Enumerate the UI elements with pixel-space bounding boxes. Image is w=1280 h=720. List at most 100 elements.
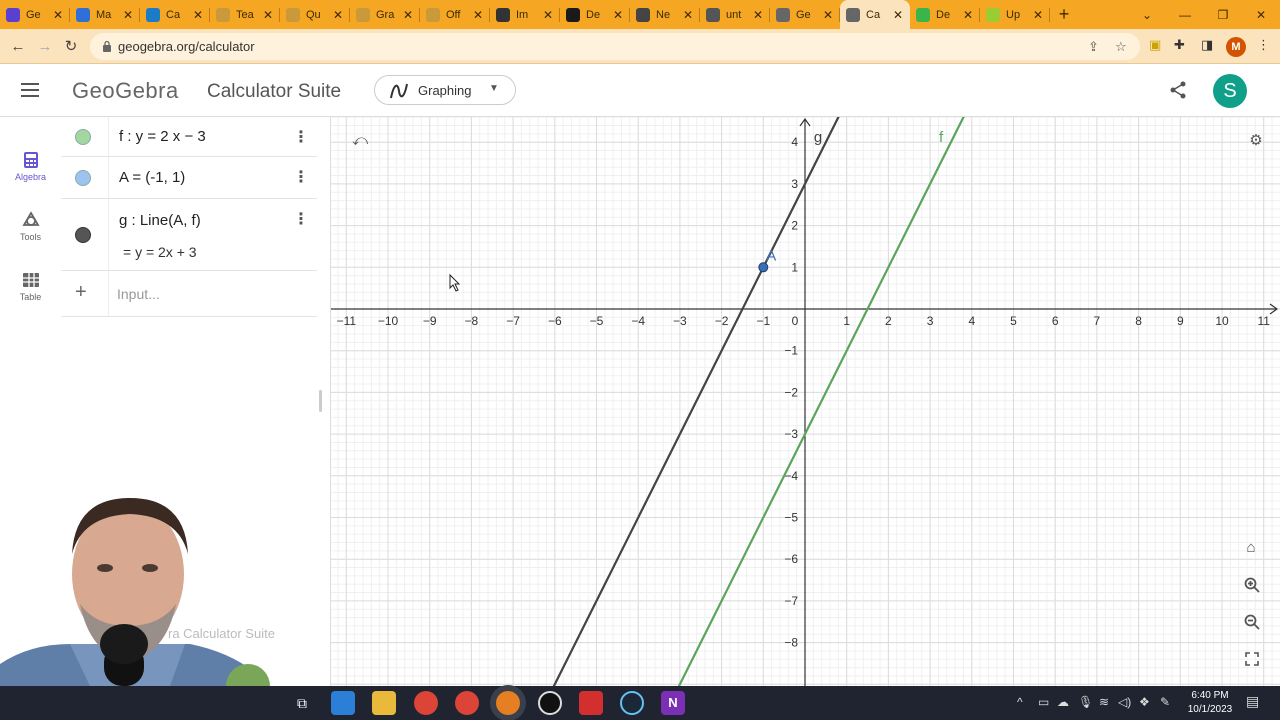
rail-item-tools[interactable]: Tools — [0, 211, 61, 257]
chrome-profile-icon[interactable] — [455, 691, 479, 715]
omnibox[interactable]: geogebra.org/calculator ⇪ ☆ — [90, 33, 1140, 60]
steam-icon[interactable] — [620, 691, 644, 715]
wifi-icon[interactable]: ≋ — [1099, 695, 1109, 709]
tab-search-icon[interactable]: ⌄ — [1128, 0, 1166, 29]
algebra-row-a[interactable]: A = (-1, 1) ⋮ — [61, 157, 317, 199]
acrobat-icon[interactable] — [579, 691, 603, 715]
tab-close-icon[interactable]: ✕ — [752, 8, 764, 22]
browser-tab[interactable]: Up ✕ — [980, 0, 1050, 29]
panel-resize-handle[interactable] — [319, 390, 322, 412]
extensions-puzzle-icon[interactable]: ✚ — [1174, 37, 1185, 53]
onenote-icon[interactable]: N — [661, 691, 685, 715]
visibility-toggle-f[interactable] — [75, 129, 91, 145]
browser-menu-icon[interactable]: ⋮ — [1257, 37, 1270, 53]
recorder-icon[interactable] — [538, 691, 562, 715]
browser-tab[interactable]: Ca ✕ — [140, 0, 210, 29]
tab-favicon-icon — [496, 7, 510, 22]
microphone-icon[interactable]: 🎙 — [1078, 695, 1093, 709]
x-tick-label: −1 — [756, 314, 770, 328]
maximize-icon[interactable]: ❐ — [1204, 0, 1242, 29]
side-panel-icon[interactable]: ◨ — [1201, 37, 1213, 53]
plus-icon[interactable]: + — [75, 281, 87, 304]
tab-close-icon[interactable]: ✕ — [472, 8, 484, 22]
tab-favicon-icon — [916, 7, 930, 22]
tab-close-icon[interactable]: ✕ — [402, 8, 414, 22]
browser-tab[interactable]: Qu ✕ — [280, 0, 350, 29]
rail-item-algebra[interactable]: Algebra — [0, 151, 61, 197]
browser-tab[interactable]: Gra ✕ — [350, 0, 420, 29]
minimize-icon[interactable]: — — [1166, 0, 1204, 29]
tray-device-icon[interactable]: ▭ — [1038, 695, 1049, 709]
app-selector[interactable]: Graphing ▼ — [374, 75, 516, 105]
browser-tab[interactable]: unt ✕ — [700, 0, 770, 29]
forward-icon[interactable]: → — [35, 37, 55, 57]
more-options-icon[interactable]: ⋮ — [293, 167, 309, 187]
tab-close-icon[interactable]: ✕ — [192, 8, 204, 22]
browser-tab[interactable]: Ge ✕ — [770, 0, 840, 29]
browser-profile-avatar[interactable]: M — [1226, 37, 1246, 57]
zoom-out-icon[interactable] — [1244, 614, 1260, 630]
back-icon[interactable]: ← — [8, 37, 28, 57]
rail-item-table[interactable]: Table — [0, 271, 61, 317]
chrome-active-icon[interactable] — [496, 691, 520, 715]
share-page-icon[interactable]: ⇪ — [1088, 39, 1099, 55]
visibility-toggle-g[interactable] — [75, 227, 91, 243]
dropbox-icon[interactable]: ❖ — [1139, 695, 1150, 709]
reload-icon[interactable]: ↻ — [61, 37, 81, 57]
menu-icon[interactable] — [21, 83, 39, 97]
algebra-row-f[interactable]: f : y = 2 x − 3 ⋮ — [61, 117, 317, 157]
tab-close-icon[interactable]: ✕ — [612, 8, 624, 22]
more-options-icon[interactable]: ⋮ — [293, 127, 309, 147]
browser-tab[interactable]: Im ✕ — [490, 0, 560, 29]
algebra-expression[interactable]: g : Line(A, f) — [119, 212, 201, 229]
home-icon[interactable]: ⌂ — [1238, 535, 1264, 561]
visibility-toggle-a[interactable] — [75, 170, 91, 186]
task-view-icon[interactable]: ⧉ — [290, 691, 314, 715]
more-options-icon[interactable]: ⋮ — [293, 209, 309, 229]
browser-tab[interactable]: Ma ✕ — [70, 0, 140, 29]
algebra-input-row[interactable]: + Input... — [61, 271, 317, 317]
extension-badge-icon[interactable]: ▣ — [1149, 37, 1161, 53]
tab-close-icon[interactable]: ✕ — [122, 8, 134, 22]
pen-icon[interactable]: ✎ — [1160, 695, 1170, 709]
algebra-input[interactable]: Input... — [117, 286, 160, 302]
algebra-row-g[interactable]: g : Line(A, f) = y = 2x + 3 ⋮ — [61, 199, 317, 271]
zoom-in-icon[interactable] — [1244, 577, 1260, 593]
browser-tab[interactable]: Ca ✕ — [840, 0, 910, 29]
settings-gear-icon[interactable]: ⚙ — [1243, 128, 1269, 154]
graph-canvas[interactable]: −11 −10 −9 −8 −7 −6 −5 −4 −3 −2 −1 0 1 2 3 4 5 6 7 8 9 10 1143… — [331, 117, 1280, 686]
tab-close-icon[interactable]: ✕ — [1032, 8, 1044, 22]
undo-icon[interactable]: ⤺ — [347, 128, 373, 154]
tab-close-icon[interactable]: ✕ — [262, 8, 274, 22]
tray-expand-icon[interactable]: ^ — [1017, 695, 1023, 709]
user-avatar[interactable]: S — [1213, 74, 1247, 108]
browser-tab[interactable]: Off ✕ — [420, 0, 490, 29]
browser-tab[interactable]: De ✕ — [560, 0, 630, 29]
close-window-icon[interactable]: ✕ — [1242, 0, 1280, 29]
fullscreen-icon[interactable] — [1245, 652, 1259, 666]
tab-close-icon[interactable]: ✕ — [892, 8, 904, 22]
browser-tab[interactable]: Tea ✕ — [210, 0, 280, 29]
file-explorer-icon[interactable] — [372, 691, 396, 715]
browser-tab[interactable]: Ne ✕ — [630, 0, 700, 29]
tab-close-icon[interactable]: ✕ — [52, 8, 64, 22]
tab-close-icon[interactable]: ✕ — [542, 8, 554, 22]
chrome-icon[interactable] — [414, 691, 438, 715]
new-tab-button[interactable]: + — [1050, 0, 1078, 29]
browser-tab[interactable]: De ✕ — [910, 0, 980, 29]
volume-icon[interactable]: ◁) — [1118, 695, 1131, 709]
notifications-icon[interactable]: ▤ — [1246, 693, 1259, 710]
mail-app-icon[interactable] — [331, 691, 355, 715]
algebra-expression[interactable]: A = (-1, 1) — [119, 169, 185, 186]
tab-close-icon[interactable]: ✕ — [962, 8, 974, 22]
tab-close-icon[interactable]: ✕ — [332, 8, 344, 22]
tab-close-icon[interactable]: ✕ — [682, 8, 694, 22]
share-icon[interactable] — [1169, 81, 1187, 99]
browser-tab[interactable]: Ge ✕ — [0, 0, 70, 29]
system-clock[interactable]: 6:40 PM 10/1/2023 — [1180, 689, 1240, 717]
algebra-expression[interactable]: f : y = 2 x − 3 — [119, 128, 206, 145]
graphics-view[interactable]: −11 −10 −9 −8 −7 −6 −5 −4 −3 −2 −1 0 1 2 3 4 5 6 7 8 9 10 11 4 3… — [331, 117, 1280, 686]
tab-close-icon[interactable]: ✕ — [822, 8, 834, 22]
cloud-icon[interactable]: ☁ — [1057, 695, 1069, 709]
bookmark-star-icon[interactable]: ☆ — [1115, 39, 1127, 55]
